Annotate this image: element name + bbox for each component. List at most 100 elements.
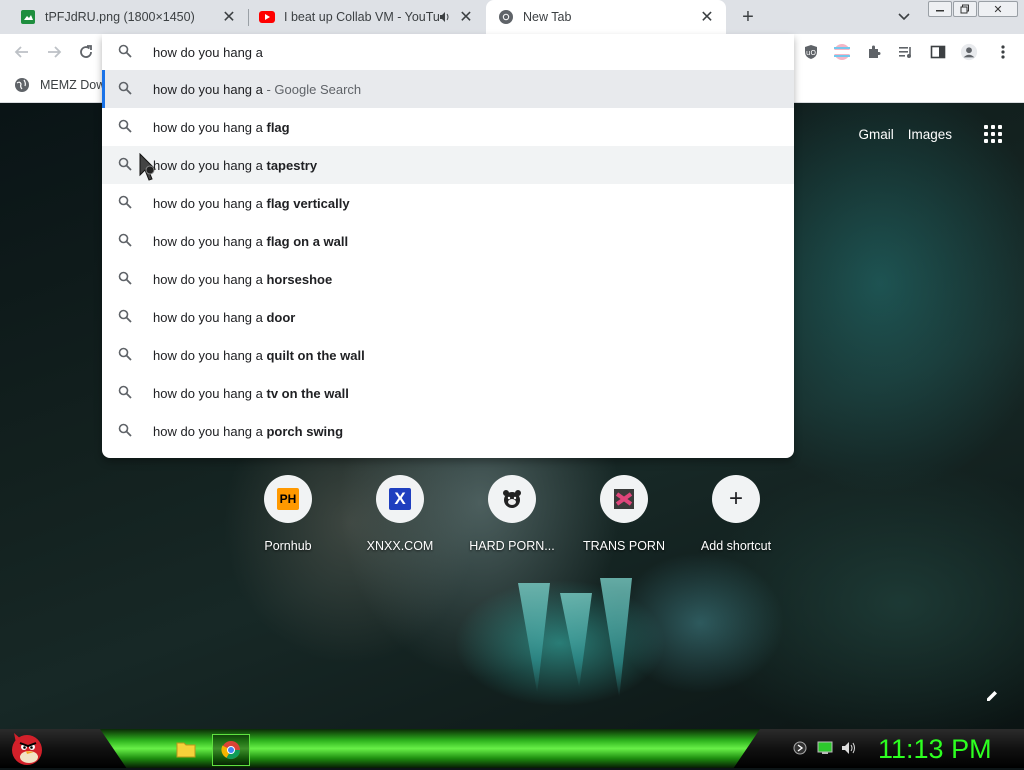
background-detail	[560, 593, 592, 688]
chrome-favicon-icon	[498, 9, 514, 25]
media-controls-icon[interactable]	[897, 43, 915, 61]
tab-title: tPFJdRU.png (1800×1450)	[45, 10, 195, 24]
minimize-button[interactable]	[928, 1, 952, 17]
search-icon	[118, 385, 132, 402]
volume-icon[interactable]	[841, 740, 857, 756]
globe-icon	[14, 77, 30, 93]
suggestion-row[interactable]: how do you hang a horseshoe	[102, 260, 794, 298]
suggestion-row[interactable]: how do you hang a flag	[102, 108, 794, 146]
shortcut-icon: X	[376, 475, 424, 523]
tray-monitor-icon[interactable]	[817, 740, 833, 756]
shortcut-label: HARD PORN...	[469, 539, 555, 553]
taskbar-clock[interactable]: 11:13 PM	[878, 733, 998, 765]
tab-new-tab[interactable]: New Tab ✕	[486, 0, 726, 34]
speaker-icon[interactable]	[439, 11, 453, 23]
shortcut-tile[interactable]: TRANS PORN	[568, 475, 680, 553]
search-icon	[118, 271, 132, 288]
google-apps-icon[interactable]	[984, 125, 1002, 143]
close-tab-icon[interactable]: ✕	[698, 8, 716, 26]
suggestion-completion-text: horseshoe	[266, 271, 333, 287]
back-button[interactable]	[12, 42, 32, 62]
shortcut-tile[interactable]: HARD PORN...	[456, 475, 568, 553]
reload-button[interactable]	[76, 42, 96, 62]
suggestion-completion-text: flag vertically	[266, 195, 350, 211]
search-icon	[118, 81, 132, 98]
mouse-cursor	[138, 152, 160, 183]
ph-logo-icon: PH	[277, 488, 299, 510]
suggestion-row[interactable]: how do you hang a - Google Search	[102, 70, 794, 108]
profile-avatar-icon[interactable]	[960, 43, 978, 61]
suggestion-base-text: how do you hang a	[153, 81, 263, 97]
shortcut-tile[interactable]: X XNXX.COM	[344, 475, 456, 553]
close-window-button[interactable]: ✕	[978, 1, 1018, 17]
gmail-link[interactable]: Gmail	[858, 127, 893, 142]
search-icon	[118, 309, 132, 326]
omnibox-dropdown: how do you hang a how do you hang a - Go…	[102, 34, 794, 458]
youtube-favicon-icon	[259, 9, 275, 25]
shortcut-icon	[600, 475, 648, 523]
image-favicon-icon	[20, 9, 36, 25]
search-icon	[118, 423, 132, 440]
close-tab-icon[interactable]: ✕	[220, 8, 238, 26]
taskbar-chrome[interactable]	[212, 734, 250, 766]
maximize-button[interactable]	[953, 1, 977, 17]
bookmark-memz[interactable]: MEMZ Dow	[14, 77, 105, 93]
chrome-icon	[221, 741, 240, 760]
new-tab-button[interactable]: +	[736, 5, 760, 29]
ublock-extension-icon[interactable]: uO	[802, 43, 820, 61]
shortcut-label: Add shortcut	[700, 539, 772, 553]
close-tab-icon[interactable]: ✕	[457, 8, 475, 26]
suggestion-completion-text: porch swing	[266, 423, 344, 439]
search-icon	[118, 157, 132, 174]
shortcut-label: TRANS PORN	[583, 539, 665, 553]
shortcut-label: XNXX.COM	[366, 539, 434, 553]
extensions-puzzle-icon[interactable]	[865, 43, 883, 61]
suggestion-row[interactable]: how do you hang a quilt on the wall	[102, 336, 794, 374]
suggestion-completion-text: door	[266, 309, 296, 325]
suggestion-base-text: how do you hang a	[153, 309, 267, 325]
folder-icon	[176, 742, 196, 758]
address-bar[interactable]: how do you hang a	[102, 34, 794, 70]
suggestion-base-text: how do you hang a	[153, 347, 267, 363]
x-logo-icon: X	[389, 488, 411, 510]
search-icon	[118, 195, 132, 212]
add-icon: +	[712, 475, 760, 523]
side-panel-icon[interactable]	[929, 43, 947, 61]
tray-network-icon[interactable]	[792, 740, 808, 756]
suggestion-row[interactable]: how do you hang a tv on the wall	[102, 374, 794, 412]
forward-button[interactable]	[44, 42, 64, 62]
address-bar-value[interactable]: how do you hang a	[153, 45, 263, 60]
suggestion-row[interactable]: how do you hang a tapestry	[102, 146, 794, 184]
suggestion-completion-text: tapestry	[266, 157, 318, 173]
kebab-menu-icon[interactable]	[994, 43, 1012, 61]
background-detail	[600, 578, 632, 698]
customize-pencil-icon[interactable]	[983, 687, 1001, 705]
shortcut-label: Pornhub	[264, 539, 312, 553]
tab-title: New Tab	[523, 10, 572, 24]
suggestion-base-text: how do you hang a	[153, 195, 267, 211]
shortcut-icon	[488, 475, 536, 523]
start-button[interactable]	[6, 727, 46, 767]
suggestion-base-text: how do you hang a	[153, 271, 267, 287]
tab-image[interactable]: tPFJdRU.png (1800×1450) ✕	[0, 0, 248, 34]
suggestion-suffix-text: - Google Search	[262, 81, 362, 97]
suggestion-row[interactable]: how do you hang a flag vertically	[102, 184, 794, 222]
suggestion-row[interactable]: how do you hang a flag on a wall	[102, 222, 794, 260]
flag-extension-icon[interactable]	[833, 43, 851, 61]
trans-logo-icon	[614, 489, 634, 509]
tab-search-icon[interactable]	[895, 8, 913, 26]
suggestion-row[interactable]: how do you hang a door	[102, 298, 794, 336]
images-link[interactable]: Images	[908, 127, 952, 142]
search-icon	[118, 119, 132, 136]
suggestion-base-text: how do you hang a	[153, 385, 267, 401]
tab-youtube[interactable]: I beat up Collab VM - YouTube ✕	[249, 0, 485, 34]
shortcut-tile[interactable]: PH Pornhub	[232, 475, 344, 553]
background-detail	[518, 583, 550, 693]
suggestion-base-text: how do you hang a	[153, 423, 267, 439]
add-shortcut-button[interactable]: + Add shortcut	[680, 475, 792, 553]
bookmark-label: MEMZ Dow	[40, 78, 106, 92]
suggestion-completion-text: quilt on the wall	[266, 347, 365, 363]
suggestion-row[interactable]: how do you hang a porch swing	[102, 412, 794, 450]
search-icon	[118, 347, 132, 364]
taskbar-explorer[interactable]	[168, 734, 204, 764]
